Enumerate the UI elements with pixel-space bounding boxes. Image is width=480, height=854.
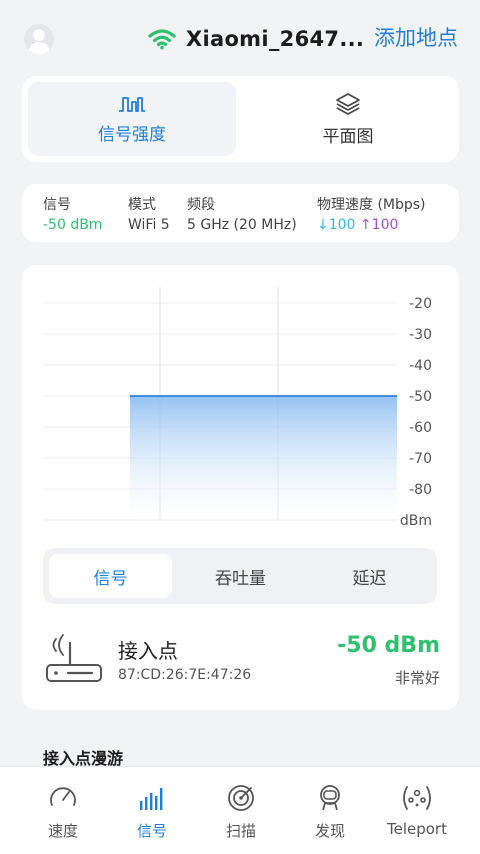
access-point-quality: 非常好	[394, 669, 440, 687]
phy-up-value: 100	[371, 217, 399, 233]
y-tick-label: -70	[409, 451, 432, 467]
nav-discover-label: 发现	[314, 822, 345, 840]
nav-signal-label: 信号	[136, 822, 167, 840]
phy-speed-values: ↓100 ↑100	[317, 217, 426, 233]
mode-info-label: 模式	[128, 197, 156, 213]
signal-chart: -20 -30 -40 -50 -60 -70 -80 dBm	[43, 287, 432, 529]
nav-speed-label: 速度	[47, 822, 78, 840]
astronaut-icon	[320, 785, 340, 811]
ssid-label: Xiaomi_2647...	[186, 27, 365, 51]
y-tick-label: -40	[409, 358, 432, 374]
nav-scan[interactable]: 扫描	[196, 783, 286, 841]
nav-scan-label: 扫描	[225, 822, 256, 840]
nav-discover[interactable]: 发现	[285, 783, 375, 841]
speedometer-icon	[50, 787, 76, 806]
view-tabs: 信号强度 平面图	[22, 76, 459, 162]
metric-segmented-control: 信号 吞吐量 延迟	[43, 548, 437, 604]
segment-throughput[interactable]: 吞吐量	[179, 554, 302, 598]
radar-icon	[228, 785, 254, 811]
nav-teleport-label: Teleport	[387, 820, 447, 838]
upload-arrow-icon: ↑	[359, 217, 372, 233]
phy-speed-label: 物理速度 (Mbps)	[317, 197, 426, 213]
tab-signal-strength[interactable]: 信号强度	[28, 82, 236, 156]
signal-info-value: -50 dBm	[43, 217, 103, 233]
y-unit-label: dBm	[400, 513, 432, 529]
signal-info: 信号 -50 dBm	[43, 194, 102, 233]
y-tick-label: -60	[409, 420, 432, 436]
tab-floor-plan-label: 平面图	[322, 126, 374, 147]
nav-speed[interactable]: 速度	[18, 783, 108, 841]
segment-latency[interactable]: 延迟	[308, 554, 431, 598]
tab-floor-plan[interactable]: 平面图	[244, 82, 452, 156]
y-tick-label: -30	[409, 327, 432, 343]
y-tick-label: -50	[409, 389, 432, 405]
segment-signal[interactable]: 信号	[49, 554, 172, 598]
access-point-row[interactable]: 接入点 87:CD:26:7E:47:26 -50 dBm 非常好	[44, 631, 440, 691]
teleport-icon	[403, 786, 431, 810]
connection-info: 信号 -50 dBm 模式 WiFi 5 频段 5 GHz (20 MHz) 物…	[22, 184, 459, 242]
nav-teleport[interactable]: Teleport	[372, 783, 462, 838]
wifi-icon	[148, 29, 176, 50]
access-point-dbm: -50 dBm	[337, 633, 440, 658]
access-point-title: 接入点	[118, 639, 178, 663]
signal-wave-icon	[119, 96, 145, 112]
mode-info: 模式 WiFi 5	[128, 194, 170, 233]
nav-signal[interactable]: 信号	[107, 783, 197, 841]
signal-bars-icon	[140, 788, 163, 810]
y-tick-label: -80	[409, 482, 432, 498]
phy-speed-info: 物理速度 (Mbps) ↓100 ↑100	[317, 194, 426, 233]
phy-down-value: 100	[328, 217, 356, 233]
band-info: 频段 5 GHz (20 MHz)	[187, 194, 297, 233]
y-tick-label: -20	[409, 296, 432, 312]
band-info-value: 5 GHz (20 MHz)	[187, 217, 297, 233]
bottom-navigation: 速度 信号 扫描 发现 Teleport	[0, 766, 480, 854]
layers-icon	[336, 92, 360, 115]
add-place-button[interactable]: 添加地点	[374, 22, 458, 52]
signal-area	[130, 396, 397, 520]
access-point-mac: 87:CD:26:7E:47:26	[118, 667, 252, 683]
signal-info-label: 信号	[43, 197, 71, 213]
network-name: Xiaomi_2647...	[148, 24, 364, 54]
top-bar: Xiaomi_2647... 添加地点	[0, 0, 480, 76]
band-info-label: 频段	[187, 197, 215, 213]
download-arrow-icon: ↓	[317, 217, 329, 233]
signal-chart-card: -20 -30 -40 -50 -60 -70 -80 dBm 信号 吞吐量 延迟 接入点 8…	[22, 265, 459, 710]
avatar[interactable]	[24, 24, 54, 54]
mode-info-value: WiFi 5	[128, 217, 170, 233]
tab-signal-strength-label: 信号强度	[98, 124, 166, 145]
router-icon	[46, 634, 102, 682]
